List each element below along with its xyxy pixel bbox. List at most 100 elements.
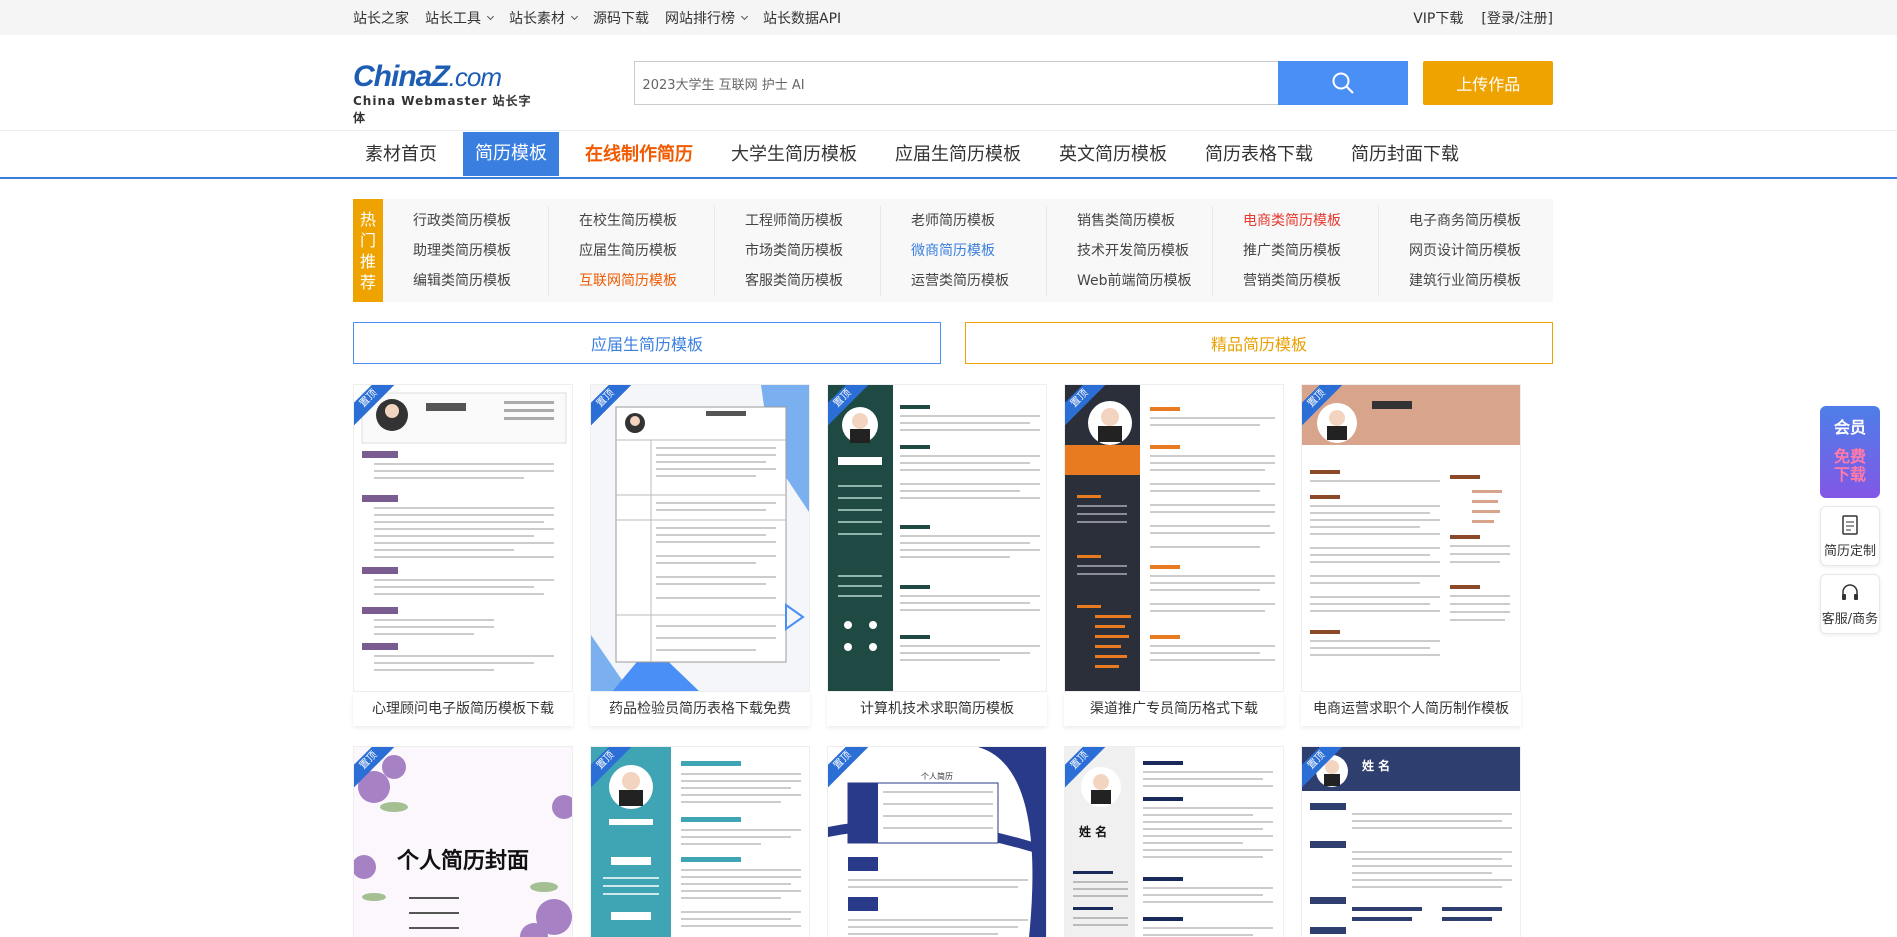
customer-service-label: 客服/商务 xyxy=(1821,611,1879,627)
top-link-api[interactable]: 站长数据API xyxy=(763,8,841,28)
template-card[interactable]: 置顶 计算机技术求职简历模板 xyxy=(827,384,1047,726)
hot-link[interactable]: 行政类简历模板 xyxy=(383,206,549,236)
hot-link[interactable]: 微商简历模板 xyxy=(881,236,1047,266)
hot-link[interactable]: 技术开发简历模板 xyxy=(1047,236,1213,266)
logo[interactable]: ChinaZ.com China Webmaster 站长字体 xyxy=(353,60,534,126)
headset-icon xyxy=(1842,583,1858,600)
nav-resume-cover[interactable]: 简历封面下载 xyxy=(1339,131,1471,177)
resume-heading: 个人简历 xyxy=(921,772,953,781)
hot-link[interactable]: Web前端简历模板 xyxy=(1047,266,1213,296)
resume-name: 姓 名 xyxy=(1362,759,1391,773)
hot-link[interactable]: 工程师简历模板 xyxy=(715,206,881,236)
vip-title: 会员 xyxy=(1833,418,1866,437)
template-thumbnail: 置顶 个人简历封面 xyxy=(353,746,573,937)
top-link-source[interactable]: 源码下载 xyxy=(593,8,649,28)
resume-preview-white xyxy=(1065,747,1273,937)
hot-link[interactable]: 营销类简历模板 xyxy=(1213,266,1379,296)
search-bar xyxy=(634,61,1409,105)
template-thumbnail: 置顶 xyxy=(827,384,1047,692)
search-input[interactable] xyxy=(634,61,1279,105)
cover-title: 个人简历封面 xyxy=(396,849,529,874)
logo-sub: China Webmaster 站长字体 xyxy=(353,94,532,125)
hot-link[interactable]: 助理类简历模板 xyxy=(383,236,549,266)
vip-free-download[interactable]: 会员 免费 下载 xyxy=(1820,406,1880,498)
template-thumbnail: 置顶 xyxy=(1064,384,1284,692)
hot-link[interactable]: 客服类简历模板 xyxy=(715,266,881,296)
template-card[interactable]: 置顶 姓 名 xyxy=(1064,746,1284,937)
resume-preview-dark xyxy=(1065,385,1275,691)
hot-link[interactable]: 运营类简历模板 xyxy=(881,266,1047,296)
template-card[interactable]: 置顶 个人简历封面 xyxy=(353,746,573,937)
resume-preview-teal xyxy=(591,747,801,937)
hot-link[interactable]: 电子商务简历模板 xyxy=(1379,206,1545,236)
hot-link[interactable]: 互联网简历模板 xyxy=(549,266,715,296)
logo-domain: .com xyxy=(448,62,502,92)
side-float-panel: 会员 免费 下载 简历定制 客服/商务 xyxy=(1820,406,1880,634)
nav-resume-templates[interactable]: 简历模板 xyxy=(463,132,559,176)
category-buttons: 应届生简历模板 精品简历模板 xyxy=(353,322,1553,364)
logo-main: ChinaZ xyxy=(353,60,450,93)
nav-home[interactable]: 素材首页 xyxy=(353,131,449,177)
nav-college-resume[interactable]: 大学生简历模板 xyxy=(719,131,869,177)
top-link-chinaz[interactable]: 站长之家 xyxy=(353,8,409,28)
top-link-tools[interactable]: 站长工具 xyxy=(425,8,495,28)
vip-free: 免费 xyxy=(1833,447,1866,466)
hot-link[interactable]: 电商类简历模板 xyxy=(1213,206,1379,236)
template-card[interactable]: 置顶 心理顾问电子版简历模板下载 xyxy=(353,384,573,726)
hot-link[interactable]: 建筑行业简历模板 xyxy=(1379,266,1545,296)
upload-button[interactable]: 上传作品 xyxy=(1423,61,1553,105)
resume-preview-green xyxy=(828,385,1040,691)
header: ChinaZ.com China Webmaster 站长字体 上传作品 xyxy=(0,35,1897,131)
template-title: 渠道推广专员简历格式下载 xyxy=(1064,692,1284,726)
template-thumbnail: 置顶 个人简历 xyxy=(827,746,1047,937)
search-icon xyxy=(1332,72,1355,94)
top-link-ranking[interactable]: 网站排行榜 xyxy=(665,8,749,28)
chevron-down-icon xyxy=(740,12,749,20)
graduate-template-button[interactable]: 应届生简历模板 xyxy=(353,322,941,364)
hot-link[interactable]: 编辑类简历模板 xyxy=(383,266,549,296)
hot-link[interactable]: 在校生简历模板 xyxy=(549,206,715,236)
template-thumbnail: 置顶 姓 名 xyxy=(1064,746,1284,937)
top-nav: 站长之家 站长工具 站长素材 源码下载 网站排行榜 站长数据API xyxy=(353,8,841,28)
main-nav: 素材首页 简历模板 在线制作简历 大学生简历模板 应届生简历模板 英文简历模板 … xyxy=(0,131,1897,179)
template-thumbnail: 置顶 xyxy=(590,746,810,937)
resume-preview-brown xyxy=(1302,385,1520,656)
hot-links: 行政类简历模板 在校生简历模板 工程师简历模板 老师简历模板 销售类简历模板 电商类简历模… xyxy=(383,199,1545,302)
resume-name: 姓 名 xyxy=(1079,825,1108,839)
nav-graduate-resume[interactable]: 应届生简历模板 xyxy=(883,131,1033,177)
hot-link[interactable]: 市场类简历模板 xyxy=(715,236,881,266)
hot-link[interactable]: 老师简历模板 xyxy=(881,206,1047,236)
hot-label: 热 门 推 荐 xyxy=(353,199,383,302)
template-title: 药品检验员简历表格下载免费 xyxy=(590,692,810,726)
template-thumbnail: 置顶 姓 名 xyxy=(1301,746,1521,937)
template-card[interactable]: 置顶 渠道推广专员简历格式下载 xyxy=(1064,384,1284,726)
document-icon xyxy=(1842,514,1858,535)
template-thumbnail: 置顶 xyxy=(590,384,810,692)
template-card[interactable]: 置顶 xyxy=(590,384,810,726)
top-link-materials[interactable]: 站长素材 xyxy=(509,8,579,28)
login-link[interactable]: [登录/注册] xyxy=(1481,8,1553,28)
template-card[interactable]: 置顶 个人简历 xyxy=(827,746,1047,937)
premium-template-button[interactable]: 精品简历模板 xyxy=(965,322,1553,364)
nav-resume-table[interactable]: 简历表格下载 xyxy=(1193,131,1325,177)
template-thumbnail: 置顶 xyxy=(353,384,573,692)
template-card[interactable]: 置顶 电商运营求职个人简历制作模板 xyxy=(1301,384,1521,726)
template-card[interactable]: 置顶 姓 名 xyxy=(1301,746,1521,937)
customer-service-button[interactable]: 客服/商务 xyxy=(1820,574,1880,634)
template-card[interactable]: 置顶 xyxy=(590,746,810,937)
template-thumbnail: 置顶 xyxy=(1301,384,1521,692)
template-title: 电商运营求职个人简历制作模板 xyxy=(1301,692,1521,726)
template-title: 计算机技术求职简历模板 xyxy=(827,692,1047,726)
hot-link[interactable]: 网页设计简历模板 xyxy=(1379,236,1545,266)
nav-online-resume[interactable]: 在线制作简历 xyxy=(573,131,705,177)
hot-link[interactable]: 应届生简历模板 xyxy=(549,236,715,266)
vip-download-link[interactable]: VIP下载 xyxy=(1413,8,1463,28)
template-grid: 置顶 心理顾问电子版简历模板下载 置顶 药品检验员简历表格下载免费 置顶 计算机… xyxy=(353,384,1553,937)
hot-link[interactable]: 销售类简历模板 xyxy=(1047,206,1213,236)
hot-link[interactable]: 推广类简历模板 xyxy=(1213,236,1379,266)
nav-english-resume[interactable]: 英文简历模板 xyxy=(1047,131,1179,177)
resume-preview-navyhead xyxy=(1302,747,1520,934)
resume-custom-button[interactable]: 简历定制 xyxy=(1820,506,1880,566)
top-bar: 站长之家 站长工具 站长素材 源码下载 网站排行榜 站长数据API VIP下载 … xyxy=(0,0,1897,35)
search-button[interactable] xyxy=(1278,61,1409,105)
